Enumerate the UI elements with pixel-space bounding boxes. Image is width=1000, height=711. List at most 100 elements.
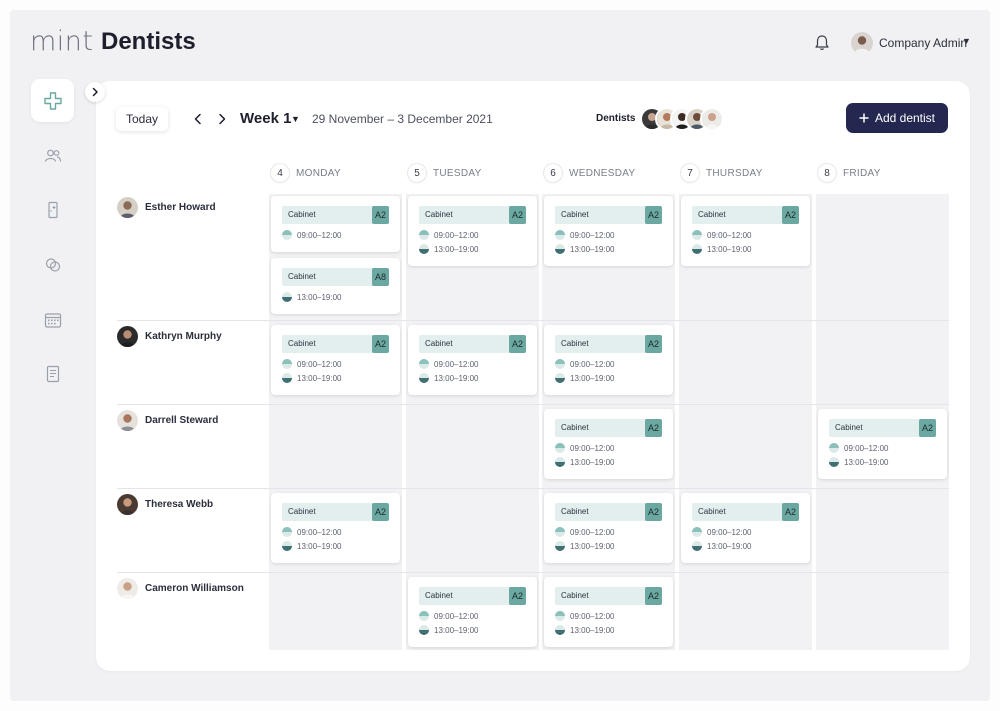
chevron-down-icon[interactable]: ▼ (291, 114, 300, 124)
cabinet-header: Cabinet A2 (419, 335, 526, 353)
day-number: 8 (818, 164, 836, 182)
dentist-name: Cameron Williamson (145, 583, 244, 594)
add-dentist-button[interactable]: Add dentist (846, 103, 948, 133)
time-slot: 09:00–12:00 (282, 527, 342, 537)
time-slot: 09:00–12:00 (282, 359, 342, 369)
cabinet-code-badge: A2 (645, 587, 662, 605)
bell-icon[interactable] (812, 33, 832, 53)
time-range: 09:00–12:00 (297, 230, 342, 240)
sidebar-item-documents[interactable] (42, 363, 64, 385)
time-range: 13:00–19:00 (297, 541, 342, 551)
sidebar-item-rooms[interactable] (42, 199, 64, 221)
avatar[interactable] (700, 107, 724, 131)
date-range: 29 November – 3 December 2021 (312, 112, 493, 126)
afternoon-icon (419, 373, 429, 383)
week-selector[interactable]: Week 1 (240, 110, 291, 127)
row-divider (117, 320, 949, 321)
shift-card[interactable]: Cabinet A2 09:00–12:00 13:00–19:00 (271, 493, 400, 563)
dentist-row-header[interactable]: Kathryn Murphy (117, 326, 222, 347)
avatar (117, 197, 138, 218)
cabinet-header: Cabinet A2 (555, 335, 662, 353)
cabinet-label: Cabinet (561, 210, 589, 219)
patients-icon (44, 149, 62, 162)
morning-icon (555, 611, 565, 621)
shift-card[interactable]: Cabinet A8 13:00–19:00 (271, 258, 400, 314)
day-header: 8 FRIDAY (818, 163, 881, 183)
time-range: 13:00–19:00 (570, 244, 615, 254)
shift-card[interactable]: Cabinet A2 09:00–12:00 13:00–19:00 (818, 409, 947, 479)
dentist-name: Esther Howard (145, 202, 216, 213)
time-slot: 09:00–12:00 (419, 359, 479, 369)
app-logo[interactable]: mint (30, 26, 94, 57)
shift-card[interactable]: Cabinet A2 09:00–12:00 13:00–19:00 (408, 577, 537, 647)
time-range: 09:00–12:00 (434, 611, 479, 621)
time-slot: 09:00–12:00 (555, 230, 615, 240)
day-number: 7 (681, 164, 699, 182)
shift-card[interactable]: Cabinet A2 09:00–12:00 13:00–19:00 (544, 325, 673, 395)
sidebar-item-dentists[interactable] (31, 79, 74, 122)
shift-card[interactable]: Cabinet A2 09:00–12:00 13:00–19:00 (544, 577, 673, 647)
dentist-row-header[interactable]: Darrell Steward (117, 410, 218, 431)
cabinet-label: Cabinet (288, 272, 316, 281)
time-range: 09:00–12:00 (707, 230, 752, 240)
time-range: 13:00–19:00 (297, 292, 342, 302)
time-slot: 13:00–19:00 (555, 457, 615, 467)
morning-icon (419, 359, 429, 369)
time-slot: 13:00–19:00 (282, 373, 342, 383)
time-range: 13:00–19:00 (844, 457, 889, 467)
shift-card[interactable]: Cabinet A2 09:00–12:00 13:00–19:00 (544, 409, 673, 479)
cabinet-label: Cabinet (425, 210, 453, 219)
cabinet-header: Cabinet A2 (692, 503, 799, 521)
sidebar-toggle-button[interactable] (85, 82, 105, 102)
cabinet-label: Cabinet (698, 210, 726, 219)
dentist-row-header[interactable]: Theresa Webb (117, 494, 213, 515)
day-number: 5 (408, 164, 426, 182)
time-range: 09:00–12:00 (570, 611, 615, 621)
afternoon-icon (282, 373, 292, 383)
sidebar-item-links[interactable] (42, 254, 64, 276)
previous-week-button[interactable] (190, 111, 206, 127)
sidebar-item-calendar[interactable] (42, 309, 64, 331)
user-menu-name[interactable]: Company Admin (879, 36, 967, 50)
dentist-row-header[interactable]: Cameron Williamson (117, 578, 244, 599)
shift-card[interactable]: Cabinet A2 09:00–12:00 13:00–19:00 (271, 325, 400, 395)
plus-icon (859, 113, 869, 123)
cabinet-header: Cabinet A2 (282, 206, 389, 224)
shift-card[interactable]: Cabinet A2 09:00–12:00 13:00–19:00 (681, 493, 810, 563)
shift-card[interactable]: Cabinet A2 09:00–12:00 (271, 196, 400, 252)
today-button[interactable]: Today (116, 107, 168, 131)
dentist-row-header[interactable]: Esther Howard (117, 197, 216, 218)
afternoon-icon (282, 292, 292, 302)
cabinet-label: Cabinet (288, 339, 316, 348)
cabinet-label: Cabinet (288, 210, 316, 219)
day-name: TUESDAY (433, 167, 482, 179)
shift-card[interactable]: Cabinet A2 09:00–12:00 13:00–19:00 (544, 493, 673, 563)
time-slot: 13:00–19:00 (419, 244, 479, 254)
shift-card[interactable]: Cabinet A2 09:00–12:00 13:00–19:00 (681, 196, 810, 266)
cabinet-code-badge: A2 (509, 335, 526, 353)
time-slot: 13:00–19:00 (555, 373, 615, 383)
dentist-icon (43, 91, 62, 110)
time-range: 09:00–12:00 (570, 359, 615, 369)
time-range: 09:00–12:00 (297, 527, 342, 537)
afternoon-icon (692, 541, 702, 551)
morning-icon (555, 359, 565, 369)
cabinet-label: Cabinet (561, 339, 589, 348)
chevron-down-icon[interactable]: ▼ (962, 36, 971, 46)
sidebar-item-patients[interactable] (42, 145, 64, 167)
time-slot: 09:00–12:00 (692, 230, 752, 240)
cabinet-code-badge: A8 (372, 268, 389, 286)
avatar[interactable] (851, 32, 873, 54)
next-week-button[interactable] (214, 111, 230, 127)
shift-card[interactable]: Cabinet A2 09:00–12:00 13:00–19:00 (544, 196, 673, 266)
time-slot: 09:00–12:00 (419, 611, 479, 621)
time-slot: 13:00–19:00 (692, 541, 752, 551)
time-range: 13:00–19:00 (570, 541, 615, 551)
avatar (117, 578, 138, 599)
time-range: 13:00–19:00 (297, 373, 342, 383)
time-range: 13:00–19:00 (570, 457, 615, 467)
shift-card[interactable]: Cabinet A2 09:00–12:00 13:00–19:00 (408, 325, 537, 395)
shift-card[interactable]: Cabinet A2 09:00–12:00 13:00–19:00 (408, 196, 537, 266)
time-slot: 09:00–12:00 (692, 527, 752, 537)
calendar-icon (44, 313, 62, 328)
